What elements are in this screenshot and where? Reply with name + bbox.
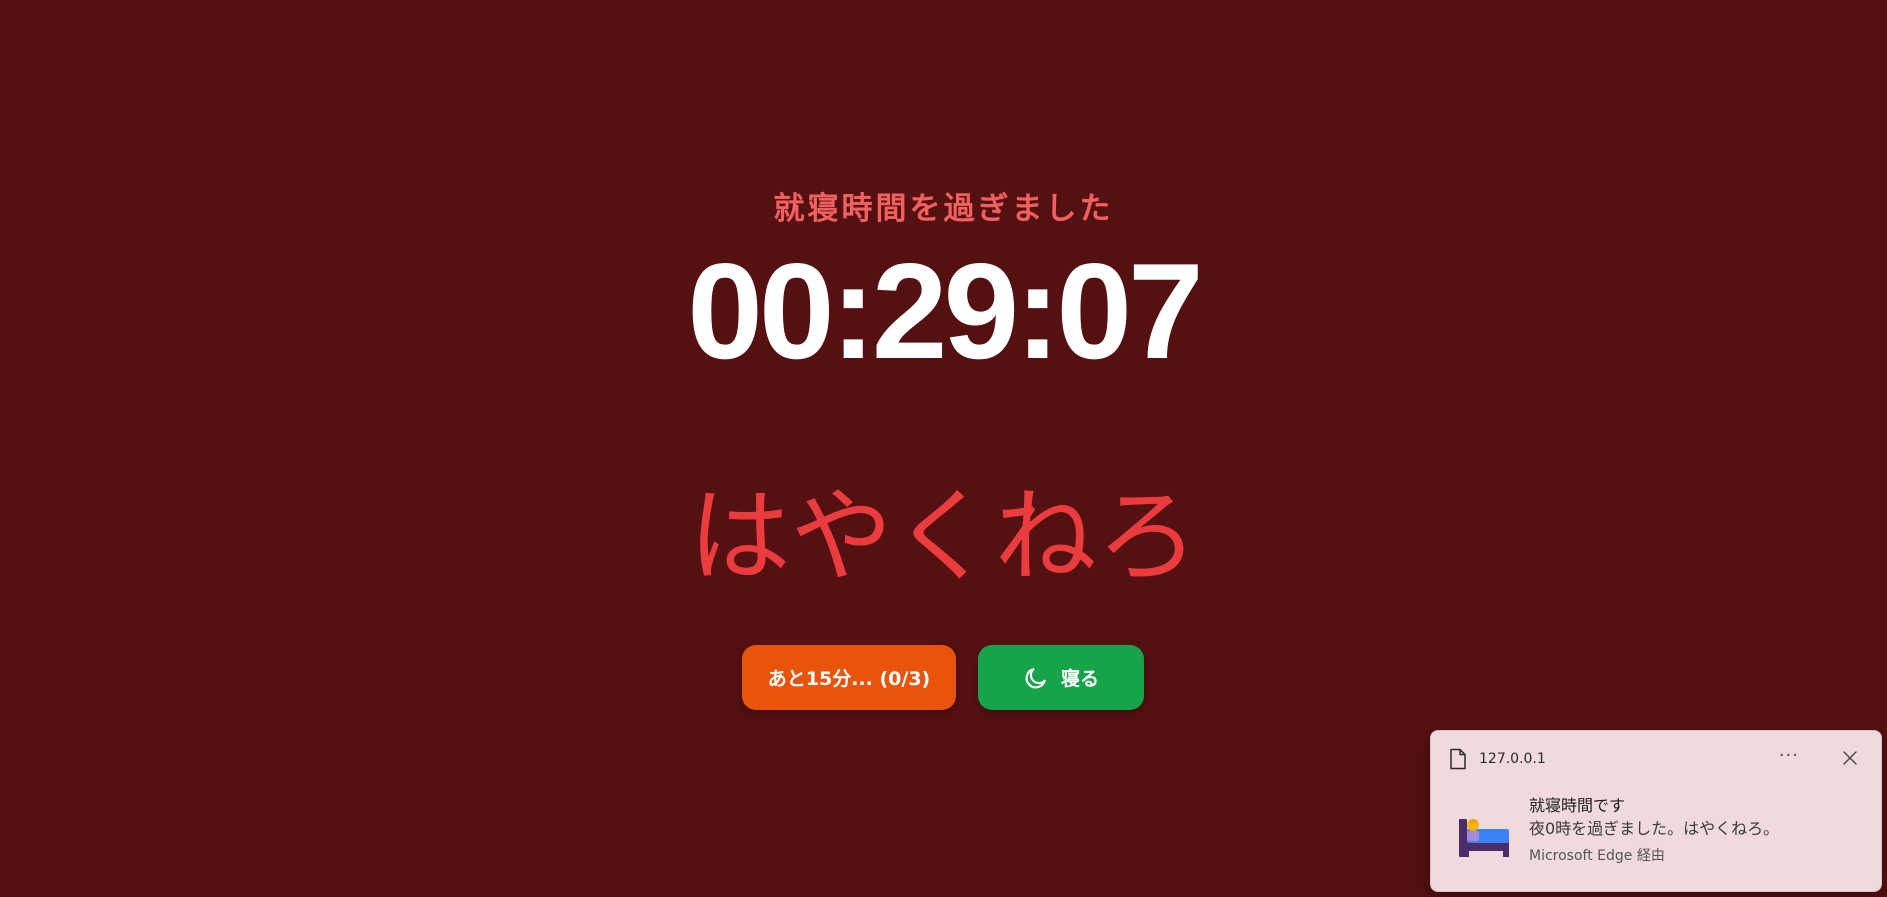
sleep-button[interactable]: 寝る — [978, 645, 1144, 710]
moon-icon — [1023, 665, 1049, 691]
bedtime-page: 就寝時間を過ぎました 00:29:07 はやくねろ あと15分... (0/3)… — [0, 0, 1887, 897]
snooze-button[interactable]: あと15分... (0/3) — [742, 645, 956, 710]
notification-body: 就寝時間です 夜0時を過ぎました。はやくねろ。 Microsoft Edge 経… — [1529, 795, 1779, 869]
notification-toast[interactable]: 127.0.0.1 ··· 就寝時間です 夜0時を過ぎました。はやくねろ。 Mi… — [1430, 730, 1882, 892]
notification-header: 127.0.0.1 ··· — [1449, 745, 1863, 771]
notification-source: 127.0.0.1 — [1479, 751, 1546, 767]
page-subtitle: 就寝時間を過ぎました — [773, 191, 1114, 227]
more-options-icon[interactable]: ··· — [1779, 745, 1799, 766]
snooze-button-label: あと15分... (0/3) — [767, 668, 931, 690]
sleep-button-label: 寝る — [1060, 668, 1099, 690]
close-icon[interactable] — [1841, 749, 1859, 767]
notification-via: Microsoft Edge 経由 — [1529, 848, 1665, 864]
bed-icon — [1457, 811, 1511, 859]
file-icon — [1449, 748, 1467, 770]
notification-message: 夜0時を過ぎました。はやくねろ。 — [1529, 819, 1780, 838]
slogan-text: はやくねろ — [688, 478, 1199, 597]
notification-title: 就寝時間です — [1529, 796, 1626, 815]
countdown-timer: 00:29:07 — [687, 235, 1203, 387]
